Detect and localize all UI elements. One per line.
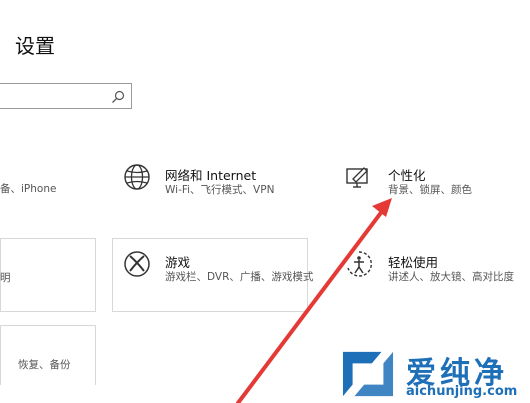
tile-devices-subtitle: 备、iPhone [0,183,57,195]
search-input[interactable] [4,87,108,107]
tile-gaming-subtitle: 游戏栏、DVR、广播、游戏模式 [165,271,314,283]
tile-devices[interactable]: 备、iPhone [0,150,110,210]
tile-apps-subtitle: 明 [0,272,11,284]
watermark-logo-icon [342,351,394,397]
tile-update-security[interactable]: 恢复、备份 [0,325,96,385]
page-title: 设置 [15,34,55,58]
watermark-url: aichunjing.com [406,384,518,399]
search-icon[interactable] [111,90,125,104]
personalize-icon [346,167,368,188]
tile-network-internet[interactable]: 网络和 Internet Wi-Fi、飞行模式、VPN [118,158,318,208]
tile-gaming[interactable]: 游戏 游戏栏、DVR、广播、游戏模式 [118,245,318,295]
settings-window: 设置 备、iPhone 网络和 Internet Wi-Fi、飞行模式、VPN … [0,0,530,403]
tile-network-subtitle: Wi-Fi、飞行模式、VPN [165,184,275,196]
tile-personalization[interactable]: 个性化 背景、锁屏、颜色 [340,158,520,208]
ease-of-access-icon [347,251,373,277]
globe-icon [124,164,150,190]
tile-apps[interactable]: 明 [0,238,96,312]
watermark: 爱纯净 aichunjing.com [336,346,526,402]
tile-update-subtitle: 恢复、备份 [18,359,71,371]
tile-personalization-subtitle: 背景、锁屏、颜色 [388,184,472,196]
search-box[interactable] [0,83,132,109]
tile-ease-subtitle: 讲述人、放大镜、高对比度 [388,271,514,283]
xbox-icon [124,251,150,277]
tile-ease-of-access[interactable]: 轻松使用 讲述人、放大镜、高对比度 [340,245,525,295]
